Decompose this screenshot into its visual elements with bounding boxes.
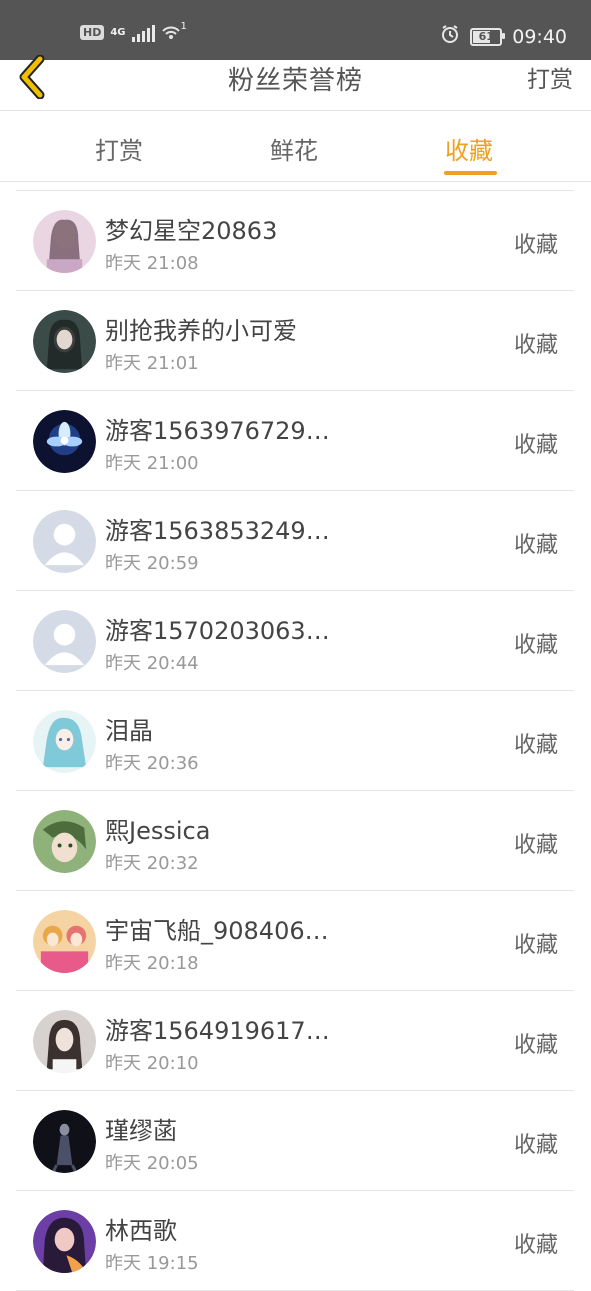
status-right: 61 09:40 xyxy=(440,24,567,49)
user-name: 游客1564919617… xyxy=(105,1017,330,1045)
user-name: 游客1563976729… xyxy=(105,417,330,445)
list-item[interactable]: 游客1563976729… 昨天 21:00 收藏 xyxy=(16,391,574,491)
action-label: 收藏 xyxy=(513,333,558,358)
timestamp: 昨天 20:05 xyxy=(105,1153,199,1174)
user-name: 林西歌 xyxy=(105,1217,177,1245)
avatar[interactable] xyxy=(33,710,96,773)
user-name: 熙Jessica xyxy=(105,817,211,845)
alarm-icon xyxy=(440,24,460,49)
clock: 09:40 xyxy=(512,25,567,48)
timestamp: 昨天 21:08 xyxy=(105,253,199,274)
action-label: 收藏 xyxy=(513,1233,558,1258)
active-tab-indicator xyxy=(444,171,497,175)
tab-favorites[interactable]: 收藏 xyxy=(445,131,493,166)
action-label: 收藏 xyxy=(513,833,558,858)
battery-level: 61 xyxy=(478,30,494,43)
battery-icon: 61 xyxy=(470,27,506,46)
action-label: 收藏 xyxy=(513,1133,558,1158)
timestamp: 昨天 20:32 xyxy=(105,853,199,874)
avatar[interactable] xyxy=(33,910,96,973)
list-item[interactable]: 林西歌昨天 19:15 收藏 xyxy=(16,1191,574,1291)
user-name: 梦幻星空20863 xyxy=(105,217,278,245)
list-item[interactable]: 游客1564919617… 昨天 20:10 收藏 xyxy=(16,991,574,1091)
timestamp: 昨天 20:59 xyxy=(105,553,199,574)
user-name: 游客1563853249… xyxy=(105,517,330,545)
action-label: 收藏 xyxy=(513,233,558,258)
action-label: 收藏 xyxy=(513,533,558,558)
timestamp: 昨天 20:18 xyxy=(105,953,199,974)
avatar[interactable] xyxy=(33,210,96,273)
status-left: HD 4G 1 xyxy=(80,21,187,43)
list-item[interactable]: 游客1563853249… 昨天 20:59 收藏 xyxy=(16,491,574,591)
user-name: 宇宙飞船_908406… xyxy=(105,917,329,945)
avatar[interactable] xyxy=(33,1010,96,1073)
timestamp: 昨天 21:01 xyxy=(105,353,199,374)
fan-list: 梦幻星空20863 昨天 21:08 收藏 别抢我养的小可爱 昨天 21:01 收藏 游客1… xyxy=(16,190,574,1291)
wifi-icon xyxy=(161,22,181,43)
tab-flowers[interactable]: 鲜花 xyxy=(270,131,318,166)
user-name: 泪晶 xyxy=(105,717,153,745)
action-label: 收藏 xyxy=(513,1033,558,1058)
timestamp: 昨天 20:36 xyxy=(105,753,199,774)
list-item[interactable]: 泪晶昨天 20:36 收藏 xyxy=(16,691,574,791)
list-item[interactable]: 熙Jessica 昨天 20:32 收藏 xyxy=(16,791,574,891)
avatar[interactable] xyxy=(33,410,96,473)
timestamp: 昨天 20:44 xyxy=(105,653,199,674)
avatar[interactable] xyxy=(33,310,96,373)
action-label: 收藏 xyxy=(513,633,558,658)
action-label: 收藏 xyxy=(513,433,558,458)
avatar[interactable] xyxy=(33,810,96,873)
user-name: 游客1570203063… xyxy=(105,617,330,645)
avatar[interactable] xyxy=(33,1110,96,1173)
avatar[interactable] xyxy=(33,610,96,673)
page-title: 粉丝荣誉榜 xyxy=(227,66,363,96)
status-bar: HD 4G 1 61 09:40 xyxy=(0,0,591,60)
list-item[interactable]: 宇宙飞船_908406… 昨天 20:18 收藏 xyxy=(16,891,574,991)
list-item[interactable]: 别抢我养的小可爱昨天 21:01 收藏 xyxy=(16,291,574,391)
list-item[interactable]: 梦幻星空20863 昨天 21:08 收藏 xyxy=(16,191,574,291)
tab-bar: 打赏 鲜花 收藏 xyxy=(0,110,591,182)
list-item[interactable]: 瑾缪菡昨天 20:05 收藏 xyxy=(16,1091,574,1191)
avatar[interactable] xyxy=(33,1210,96,1273)
wifi-badge: 1 xyxy=(180,21,187,32)
title-bar: 粉丝荣誉榜 打赏 xyxy=(0,54,591,110)
timestamp: 昨天 19:15 xyxy=(105,1253,199,1274)
reward-link[interactable]: 打赏 xyxy=(527,60,573,94)
action-label: 收藏 xyxy=(513,933,558,958)
hd-badge: HD xyxy=(80,25,105,40)
network-label: 4G xyxy=(110,27,126,38)
user-name: 别抢我养的小可爱 xyxy=(105,317,297,345)
action-label: 收藏 xyxy=(513,733,558,758)
tab-reward[interactable]: 打赏 xyxy=(95,131,143,166)
timestamp: 昨天 21:00 xyxy=(105,453,199,474)
user-name: 瑾缪菡 xyxy=(105,1117,177,1145)
signal-icon xyxy=(131,24,155,42)
timestamp: 昨天 20:10 xyxy=(105,1053,199,1074)
avatar[interactable] xyxy=(33,510,96,573)
list-item[interactable]: 游客1570203063… 昨天 20:44 收藏 xyxy=(16,591,574,691)
